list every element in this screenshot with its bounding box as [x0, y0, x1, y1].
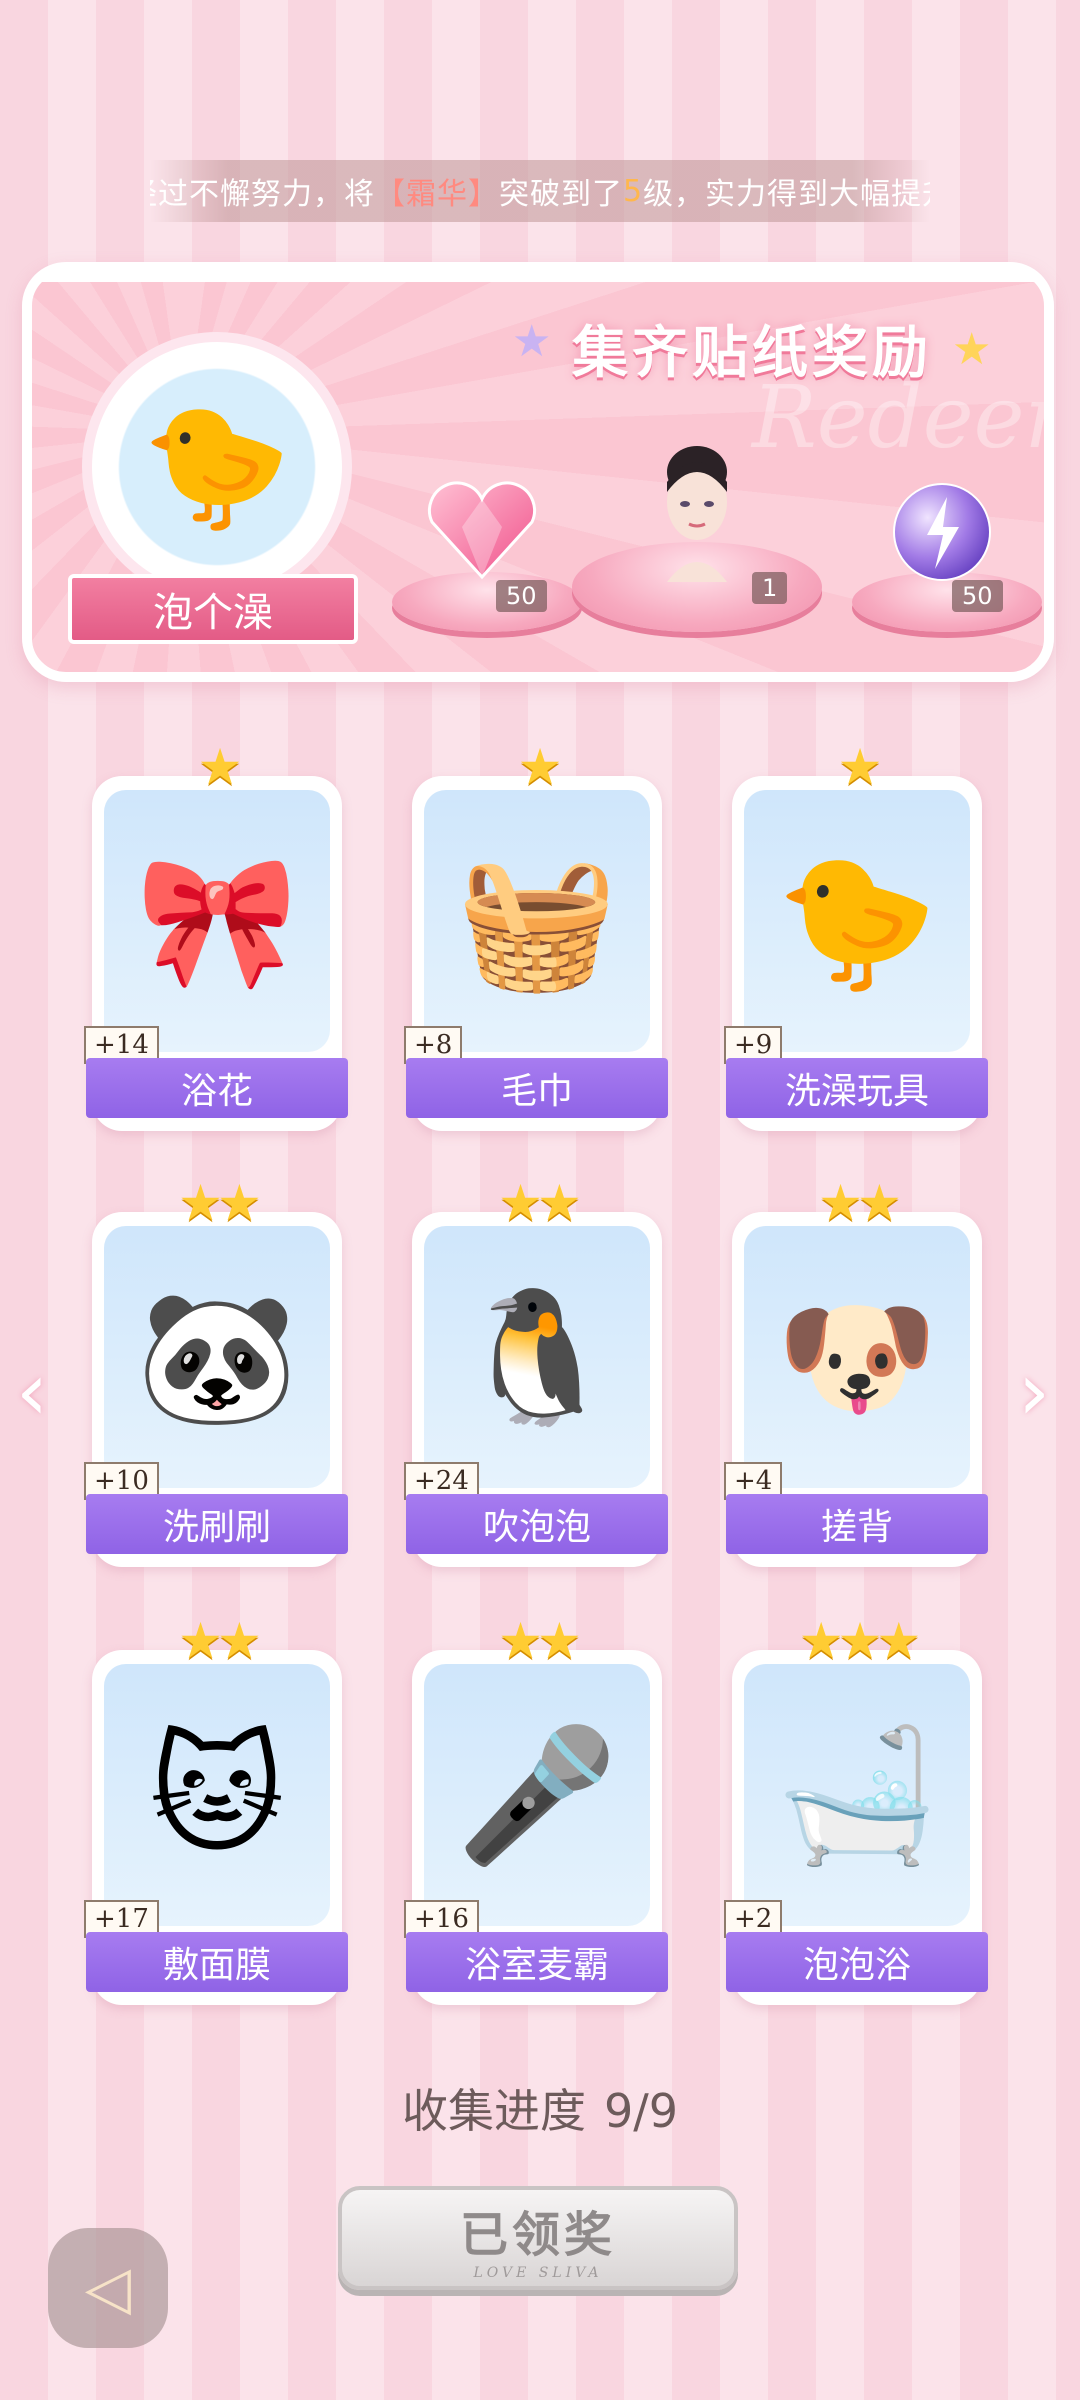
- puppy-bath-icon: 🐶: [744, 1226, 970, 1488]
- sticker-label: 浴室麦霸: [406, 1932, 668, 1992]
- panda-scrubbing-icon: 🐼: [104, 1226, 330, 1488]
- sticker-label: 泡泡浴: [726, 1932, 988, 1992]
- claimed-button-subtext: LOVE SLIVA: [473, 2265, 603, 2281]
- star-rating: ★: [837, 738, 883, 796]
- star-rating: ★: [197, 738, 243, 796]
- star-rating: ★★: [178, 1174, 262, 1232]
- star-icon: ★: [512, 316, 552, 367]
- sticker-label: 敷面膜: [86, 1932, 348, 1992]
- sticker-label: 毛巾: [406, 1058, 668, 1118]
- star-rating: ★★: [178, 1612, 262, 1670]
- marquee-mid: 突破到了: [498, 177, 623, 212]
- theme-label: 泡个澡: [68, 574, 358, 644]
- sticker-card[interactable]: ★ 🎀 +14 浴花: [84, 738, 348, 1131]
- reward-count: 50: [952, 580, 1003, 612]
- dog-singing-shower-icon: 🎤: [424, 1664, 650, 1926]
- star-icon: ★: [952, 324, 992, 375]
- star-rating: ★: [517, 738, 563, 796]
- sticker-card[interactable]: ★★ 🐶 +4 搓背: [724, 1174, 988, 1567]
- claimed-button-label: 已领奖: [459, 2207, 616, 2263]
- marquee-suffix: 级，实力得到大幅提升: [643, 177, 930, 212]
- claimed-button[interactable]: 已领奖 LOVE SLIVA: [338, 2186, 738, 2290]
- character-portrait-icon[interactable]: [632, 432, 762, 582]
- reward-count: 50: [496, 580, 547, 612]
- sticker-label: 洗刷刷: [86, 1494, 348, 1554]
- star-rating: ★★: [498, 1612, 582, 1670]
- sticker-label: 浴花: [86, 1058, 348, 1118]
- energy-orb-icon[interactable]: [882, 472, 1002, 592]
- marquee-bracket-open: 【: [374, 177, 406, 212]
- sticker-label: 洗澡玩具: [726, 1058, 988, 1118]
- rubber-duck-theme-icon: 🐤: [82, 332, 352, 602]
- progress-label: 收集进度: [401, 2084, 586, 2138]
- next-page-arrow-icon[interactable]: ›: [1018, 1345, 1050, 1438]
- rubber-duck-icon: 🐤: [744, 790, 970, 1052]
- sticker-card[interactable]: ★ 🐤 +9 洗澡玩具: [724, 738, 988, 1131]
- collection-progress: 收集进度 9/9: [0, 2075, 1080, 2141]
- progress-value: 9/9: [603, 2084, 679, 2138]
- marquee-prefix: 经过不懈努力，将: [150, 177, 375, 212]
- marquee-level: 5: [622, 173, 644, 209]
- sticker-card[interactable]: ★★ 🎤 +16 浴室麦霸: [404, 1612, 668, 2005]
- star-rating: ★★: [818, 1174, 902, 1232]
- sticker-label: 吹泡泡: [406, 1494, 668, 1554]
- bath-pouf-icon: 🎀: [104, 790, 330, 1052]
- girl-bubble-bath-icon: 🛁: [744, 1664, 970, 1926]
- marquee-name: 霜华: [405, 177, 468, 212]
- star-rating: ★★: [498, 1174, 582, 1232]
- banner-title: 集齐贴纸奖励: [572, 321, 932, 386]
- cat-facemask-icon: 🐱: [104, 1664, 330, 1926]
- sticker-card[interactable]: ★ 🧺 +8 毛巾: [404, 738, 668, 1131]
- sticker-card[interactable]: ★★★ 🛁 +2 泡泡浴: [724, 1612, 988, 2005]
- star-rating: ★★★: [798, 1612, 921, 1670]
- sticker-card[interactable]: ★★ 🐼 +10 洗刷刷: [84, 1174, 348, 1567]
- towel-icon: 🧺: [424, 790, 650, 1052]
- back-arrow-icon[interactable]: ◁: [48, 2228, 168, 2348]
- news-marquee: 经过不懈努力，将【霜华】突破到了 5 级，实力得到大幅提升: [150, 160, 930, 222]
- marquee-bracket-close: 】: [467, 177, 499, 212]
- prev-page-arrow-icon[interactable]: ‹: [16, 1345, 48, 1438]
- sticker-label: 搓背: [726, 1494, 988, 1554]
- pink-heart-gem-icon[interactable]: [412, 472, 552, 592]
- sticker-card[interactable]: ★★ 🐱 +17 敷面膜: [84, 1612, 348, 2005]
- collection-reward-banner: Redeem ★ ★ 集齐贴纸奖励 🐤 泡个澡 50 1: [22, 262, 1054, 682]
- sticker-card[interactable]: ★★ 🐧 +24 吹泡泡: [404, 1174, 668, 1567]
- reward-count: 1: [752, 572, 788, 604]
- penguin-bubble-icon: 🐧: [424, 1226, 650, 1488]
